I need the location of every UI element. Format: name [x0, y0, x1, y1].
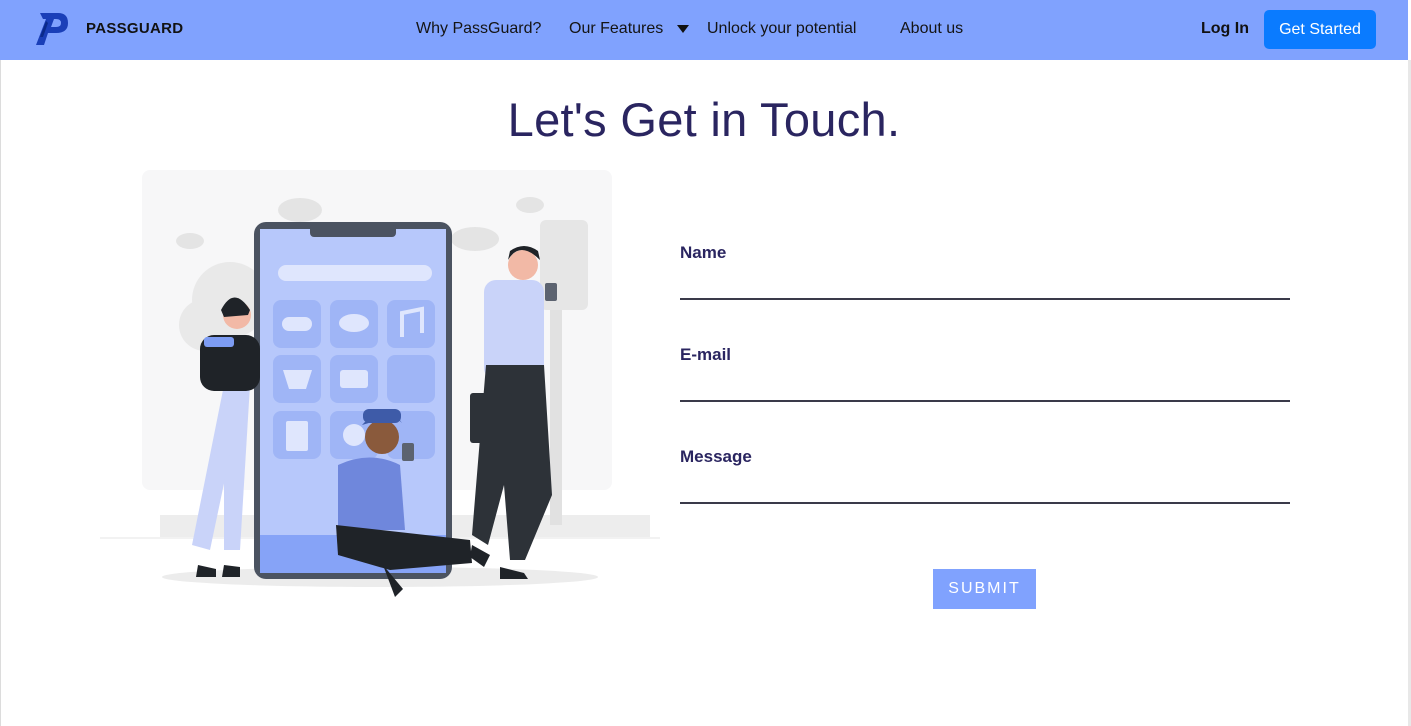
contact-illustration — [100, 170, 660, 597]
name-field[interactable] — [680, 271, 1290, 297]
email-underline — [680, 400, 1290, 402]
email-label: E-mail — [680, 345, 732, 364]
message-field[interactable] — [680, 475, 1290, 501]
nav-link-about-us[interactable]: About us — [900, 20, 963, 38]
message-label: Message — [680, 447, 752, 466]
nav-link-unlock-potential[interactable]: Unlock your potential — [707, 20, 856, 38]
get-started-button[interactable]: Get Started — [1264, 10, 1376, 49]
message-underline — [680, 502, 1290, 504]
top-navbar: PASSGUARD Why PassGuard? Our Features Un… — [0, 0, 1408, 60]
brand-name[interactable]: PASSGUARD — [86, 20, 183, 37]
passguard-logo-icon[interactable] — [34, 11, 70, 47]
chevron-down-icon[interactable] — [677, 25, 689, 33]
login-link[interactable]: Log In — [1201, 20, 1249, 38]
submit-button[interactable]: SUBMIT — [933, 569, 1036, 609]
nav-link-why-passguard[interactable]: Why PassGuard? — [416, 20, 541, 38]
page-title: Let's Get in Touch. — [507, 93, 901, 146]
email-field[interactable] — [680, 373, 1290, 399]
name-label: Name — [680, 243, 727, 262]
nav-link-our-features[interactable]: Our Features — [569, 20, 663, 38]
page-edge — [0, 60, 1, 726]
name-underline — [680, 298, 1290, 300]
